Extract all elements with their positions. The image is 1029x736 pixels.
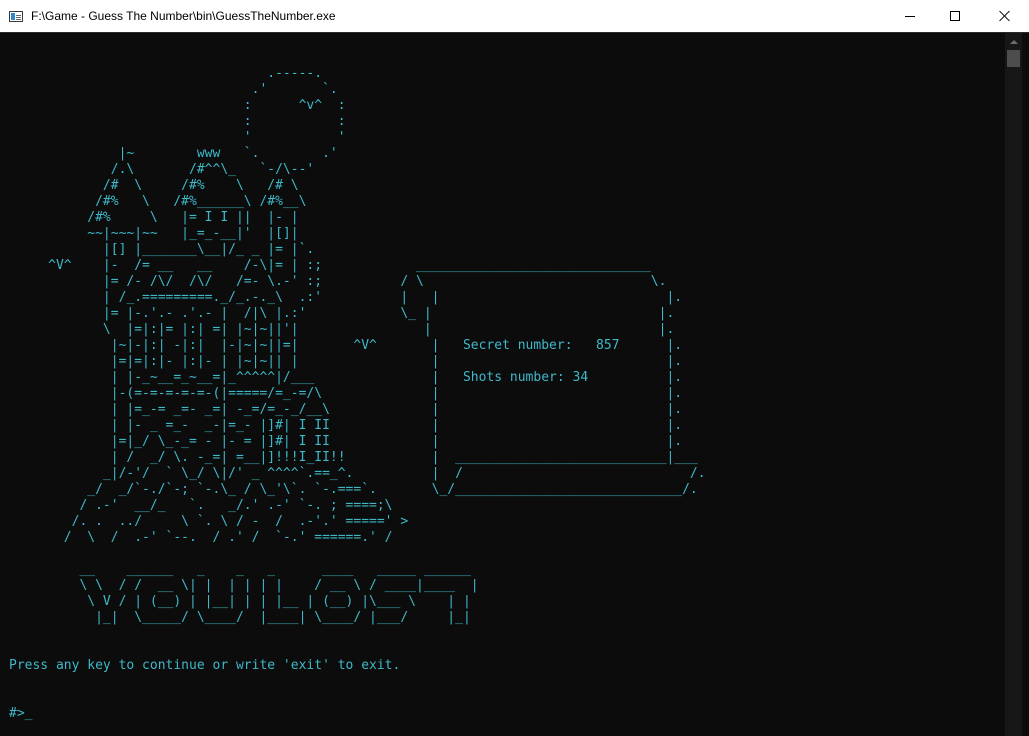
continue-prompt: Press any key to continue or write 'exit… [9, 658, 401, 673]
close-icon [999, 10, 1011, 22]
console-app-icon[interactable] [9, 11, 23, 22]
title-bar[interactable]: F:\Game - Guess The Number\bin\GuessTheN… [0, 0, 1029, 33]
ascii-art-scene: .-----. .' `. : ^v^ : : : ' ' |~ www `. … [48, 66, 706, 625]
maximize-icon [950, 11, 960, 21]
vertical-scrollbar[interactable] [1005, 33, 1022, 736]
window-title: F:\Game - Guess The Number\bin\GuessTheN… [31, 9, 336, 23]
console-window: F:\Game - Guess The Number\bin\GuessTheN… [0, 0, 1029, 736]
console-output[interactable]: .-----. .' `. : ^v^ : : : ' ' |~ www `. … [9, 34, 999, 734]
command-input-line[interactable]: #>_ [9, 706, 999, 722]
prompt-symbol: #> [9, 706, 25, 721]
close-button[interactable] [979, 0, 1029, 32]
scroll-up-arrow-icon[interactable] [1005, 33, 1022, 50]
maximize-button[interactable] [933, 0, 979, 32]
text-cursor: _ [24, 706, 33, 721]
window-border [1022, 33, 1029, 736]
scroll-thumb[interactable] [1007, 50, 1020, 67]
minimize-button[interactable] [887, 0, 933, 32]
minimize-icon [905, 16, 915, 17]
